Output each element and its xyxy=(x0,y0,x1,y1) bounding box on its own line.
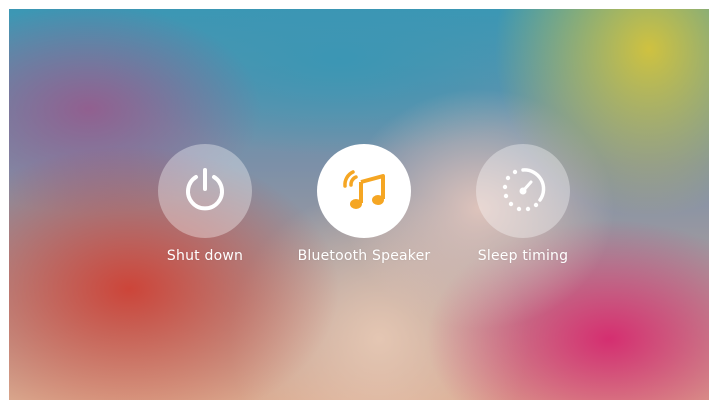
sleep-timing-label: Sleep timing xyxy=(477,248,569,264)
sleep-timing-button[interactable]: Sleep timing xyxy=(443,144,603,274)
bluetooth-speaker-circle xyxy=(317,144,411,238)
power-icon xyxy=(180,164,230,218)
bluetooth-speaker-button[interactable]: Bluetooth Speaker xyxy=(284,144,444,274)
shutdown-label: Shut down xyxy=(166,248,244,264)
timer-icon xyxy=(496,162,550,220)
music-note-icon xyxy=(335,160,393,222)
screen-background: Shut down Bluetooth Speaker Sleep timing xyxy=(9,9,709,400)
sleep-timing-circle xyxy=(476,144,570,238)
shutdown-button[interactable]: Shut down xyxy=(125,144,285,274)
shutdown-circle xyxy=(158,144,252,238)
bluetooth-speaker-label: Bluetooth Speaker xyxy=(297,248,431,264)
